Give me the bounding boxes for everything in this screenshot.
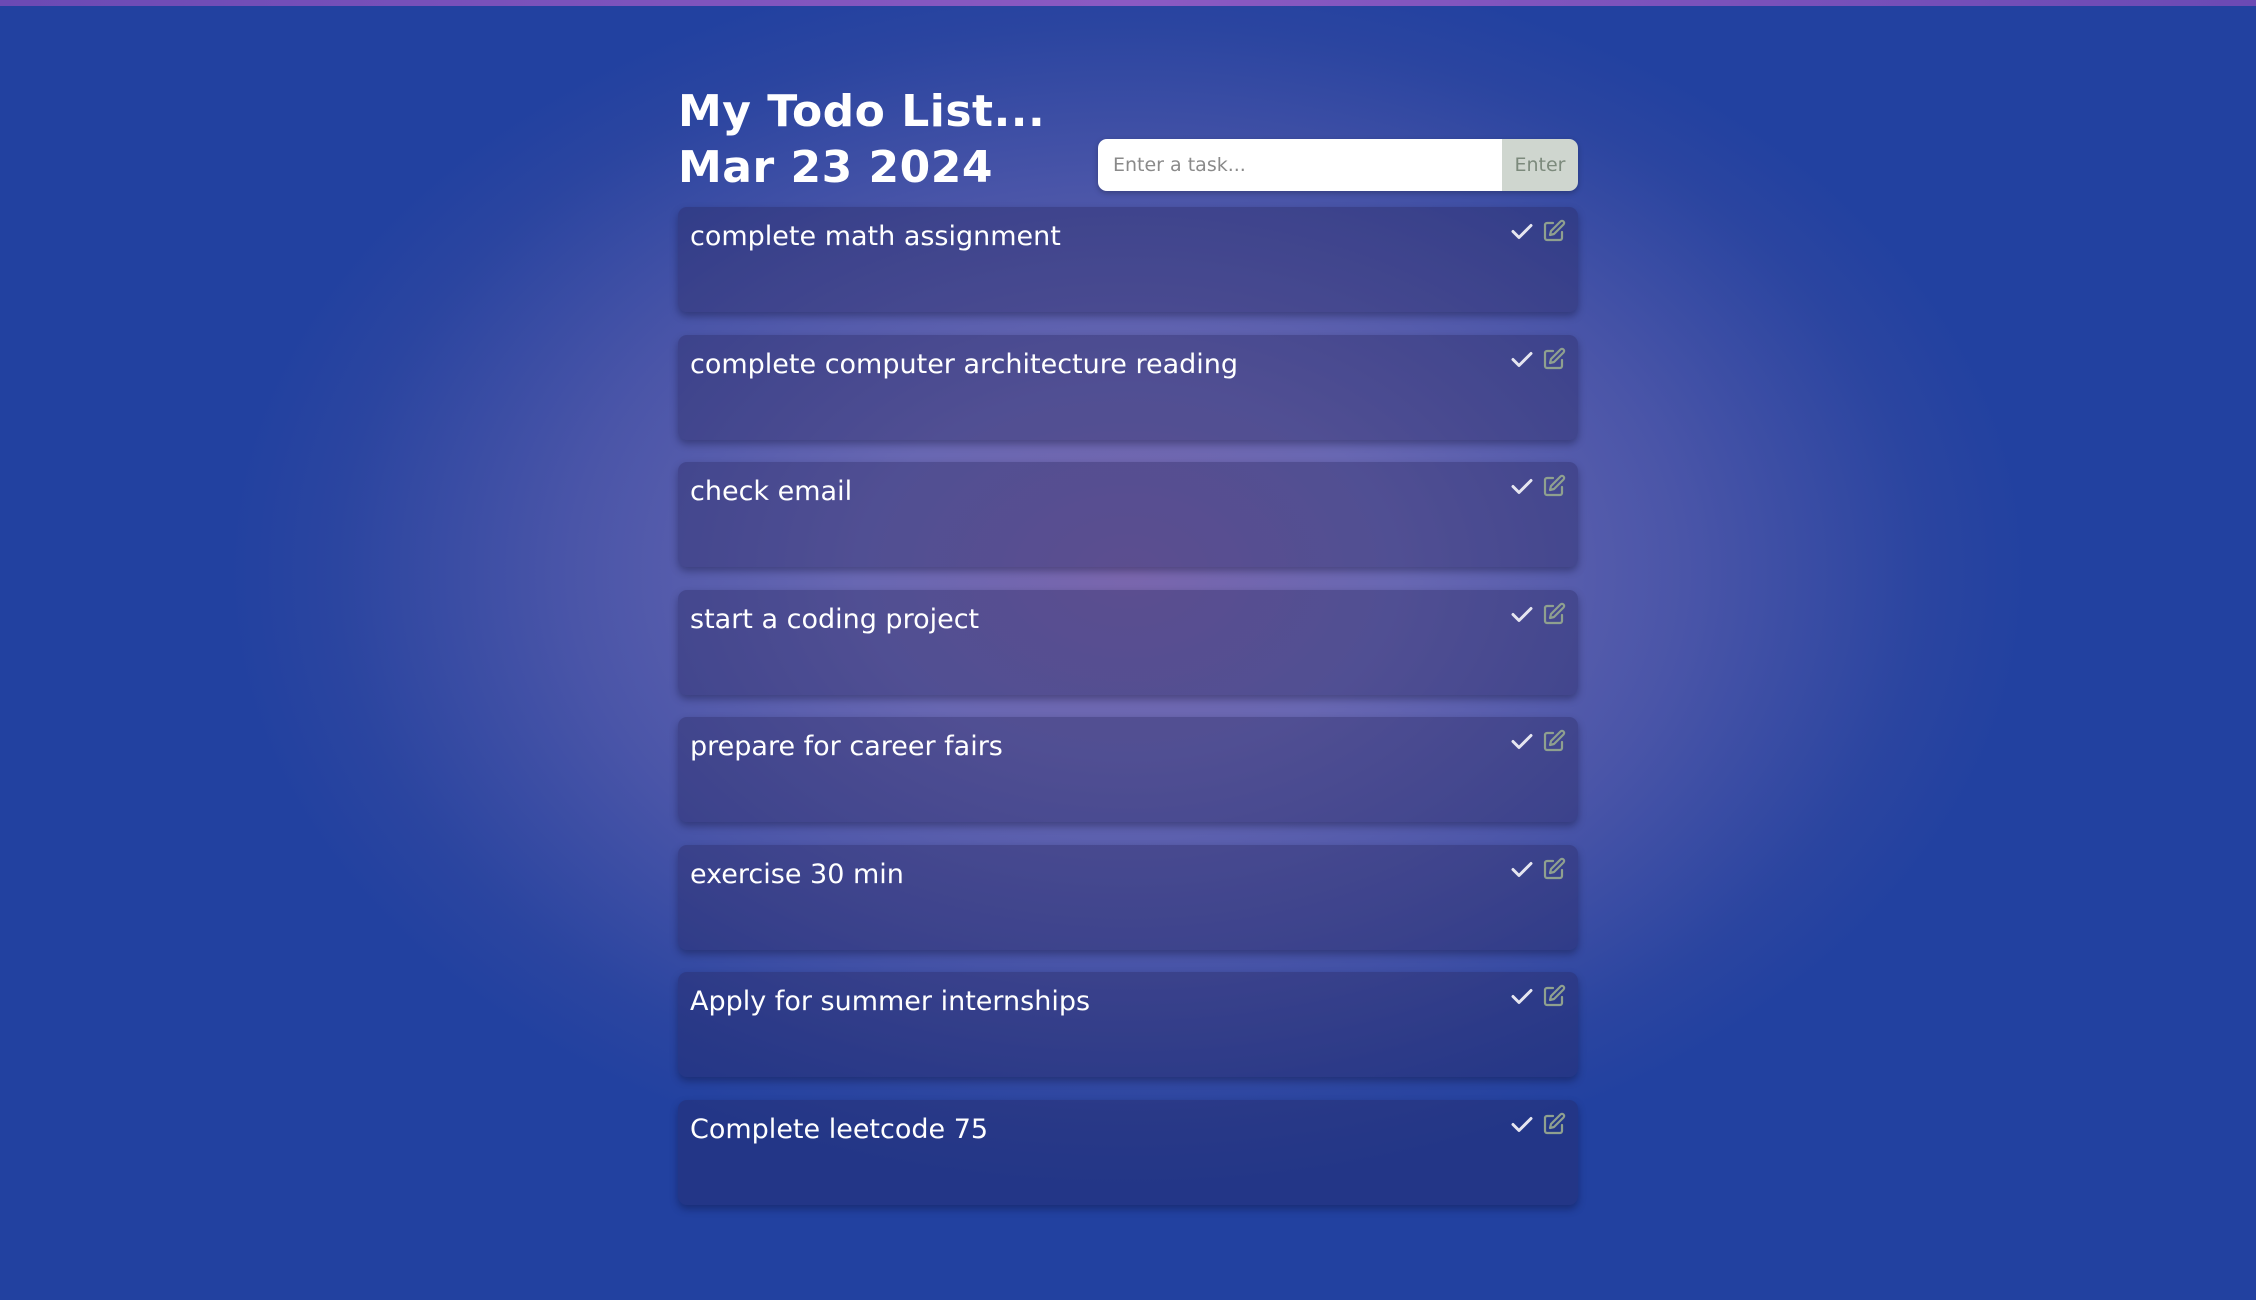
check-icon[interactable] [1510, 347, 1534, 371]
title-line-1: My Todo List... [678, 86, 1046, 137]
task-input[interactable] [1098, 139, 1502, 191]
todo-actions [1510, 984, 1566, 1008]
check-icon[interactable] [1510, 857, 1534, 881]
check-icon[interactable] [1510, 1112, 1534, 1136]
todo-text: complete computer architecture reading [690, 348, 1239, 380]
todo-actions [1510, 857, 1566, 881]
todo-item: prepare for career fairs [678, 717, 1578, 822]
todo-text: exercise 30 min [690, 858, 904, 890]
top-accent-strip [0, 0, 2256, 6]
todo-text: check email [690, 476, 853, 507]
todo-app: My Todo List... Mar 23 2024 Enter comple… [678, 84, 1578, 1205]
todo-text: complete math assignment [690, 221, 1061, 252]
edit-icon[interactable] [1542, 857, 1566, 881]
todo-item: check email [678, 462, 1578, 567]
todo-actions [1510, 1112, 1566, 1136]
todo-actions [1510, 474, 1566, 498]
todo-actions [1510, 347, 1566, 371]
edit-icon[interactable] [1542, 1112, 1566, 1136]
todo-actions [1510, 729, 1566, 753]
todo-actions [1510, 219, 1566, 243]
todo-text: Complete leetcode 75 [690, 1113, 989, 1145]
todo-item: complete computer architecture reading [678, 334, 1578, 440]
edit-icon[interactable] [1542, 474, 1566, 498]
todo-item: Apply for summer internships [678, 972, 1578, 1077]
todo-list: complete math assignment complete comput… [678, 207, 1578, 1227]
todo-item: complete math assignment [678, 207, 1578, 312]
edit-icon[interactable] [1542, 984, 1566, 1008]
check-icon[interactable] [1510, 602, 1534, 626]
todo-item: exercise 30 min [678, 844, 1578, 950]
edit-icon[interactable] [1542, 347, 1566, 371]
task-form: Enter [1098, 139, 1578, 191]
edit-icon[interactable] [1542, 729, 1566, 753]
title-date: Mar 23 2024 [678, 142, 994, 193]
edit-icon[interactable] [1542, 602, 1566, 626]
check-icon[interactable] [1510, 219, 1534, 243]
page-title: My Todo List... Mar 23 2024 [678, 84, 1045, 196]
todo-text: prepare for career fairs [690, 731, 1003, 762]
edit-icon[interactable] [1542, 219, 1566, 243]
todo-text: Apply for summer internships [690, 986, 1091, 1017]
todo-item: Complete leetcode 75 [678, 1099, 1578, 1205]
check-icon[interactable] [1510, 729, 1534, 753]
header: My Todo List... Mar 23 2024 Enter [678, 84, 1578, 204]
check-icon[interactable] [1510, 984, 1534, 1008]
enter-button[interactable]: Enter [1502, 139, 1578, 191]
todo-item: start a coding project [678, 589, 1578, 695]
todo-actions [1510, 602, 1566, 626]
check-icon[interactable] [1510, 474, 1534, 498]
todo-text: start a coding project [690, 603, 980, 635]
